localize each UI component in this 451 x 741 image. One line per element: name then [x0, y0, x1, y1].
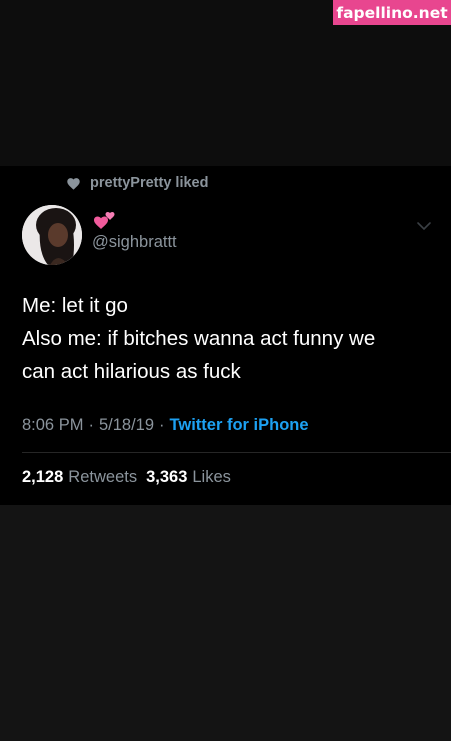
divider	[22, 452, 451, 453]
likes-label[interactable]: Likes	[192, 468, 231, 487]
tweet-source-link[interactable]: Twitter for iPhone	[170, 416, 309, 435]
retweets-count[interactable]: 2,128	[22, 468, 63, 487]
tweet-meta: 8:06 PM · 5/18/19 · Twitter for iPhone	[22, 413, 309, 437]
tweet-line: Also me: if bitches wanna act funny we	[22, 327, 376, 350]
two-hearts-icon	[94, 211, 116, 231]
likes-count[interactable]: 3,363	[146, 468, 187, 487]
tweet-stats: 2,128 Retweets 3,363 Likes	[22, 465, 240, 489]
tweet-time: 8:06 PM	[22, 415, 84, 434]
chevron-down-icon[interactable]	[416, 219, 432, 231]
tweet-line: Me: let it go	[22, 294, 128, 317]
tweet-date: 5/18/19	[98, 415, 155, 434]
author-handle[interactable]: @sighbrattt	[92, 233, 177, 252]
liked-by-text: prettyPretty liked	[90, 175, 209, 191]
avatar[interactable]	[22, 205, 82, 265]
meta-separator: ·	[159, 415, 165, 434]
tweet-text: Me: let it go Also me: if bitches wanna …	[22, 289, 437, 388]
meta-separator: ·	[88, 415, 94, 434]
social-context: prettyPretty liked	[66, 173, 208, 193]
heart-icon	[66, 177, 81, 190]
bottom-background	[0, 505, 451, 741]
tweet-line: can act hilarious as fuck	[22, 360, 241, 383]
retweets-label[interactable]: Retweets	[68, 468, 137, 487]
watermark-badge: fapellino.net	[333, 0, 451, 25]
